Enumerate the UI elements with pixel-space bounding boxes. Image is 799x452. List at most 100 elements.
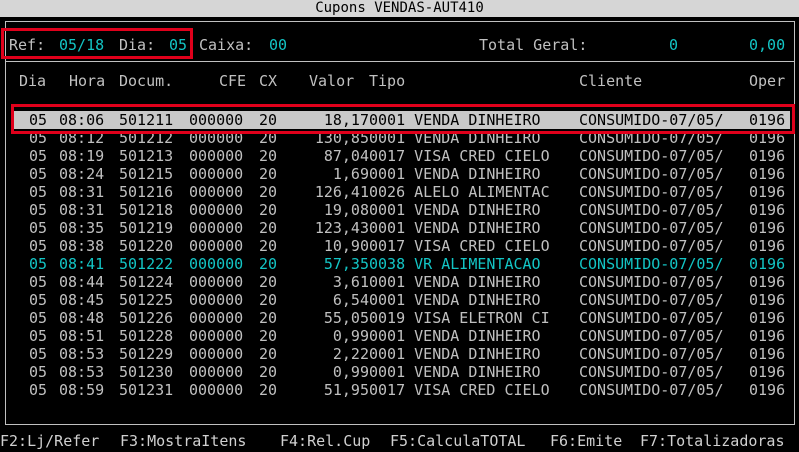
cell-doc: 501230 [119, 363, 174, 381]
table-row[interactable]: 05 08:48 501226 000000 20 55,05 0019 VIS… [14, 309, 790, 327]
cell-valor: 19,08 [323, 201, 369, 219]
table-row[interactable]: 05 08:53 501230 000000 20 0,99 0001 VEND… [14, 363, 790, 381]
table-row[interactable]: 05 08:45 501225 000000 20 6,54 0001 VEND… [14, 291, 790, 309]
cell-oper: 0196 [749, 219, 786, 237]
cell-tipo: 0001 VENDA DINHEIRO [369, 201, 541, 219]
f5-calcula-total-key[interactable]: F5:CalculaTOTAL [390, 432, 525, 450]
header-separator [5, 61, 795, 62]
cell-cfe: 000000 [189, 345, 244, 363]
cell-valor: 6,54 [332, 291, 369, 309]
col-valor: Valor [309, 72, 355, 90]
cell-cfe: 000000 [189, 273, 244, 291]
cell-valor: 87,04 [323, 147, 369, 165]
cell-cfe: 000000 [189, 327, 244, 345]
table-row[interactable]: 05 08:38 501220 000000 20 10,90 0017 VIS… [14, 237, 790, 255]
cell-oper: 0196 [749, 237, 786, 255]
cell-cliente: CONSUMIDO-07/05/ [579, 165, 724, 183]
cell-oper: 0196 [749, 309, 786, 327]
cell-oper: 0196 [749, 147, 786, 165]
col-hora: Hora [69, 72, 106, 90]
cell-hora: 08:53 [59, 363, 105, 381]
cell-tipo: 0001 VENDA DINHEIRO [369, 345, 541, 363]
cell-cfe: 000000 [189, 201, 244, 219]
cell-tipo: 0001 VENDA DINHEIRO [369, 273, 541, 291]
selected-row-highlight-box [11, 104, 795, 134]
cell-hora: 08:38 [59, 237, 105, 255]
cell-dia: 05 [29, 255, 48, 273]
ref-dia-highlight-box [1, 28, 193, 59]
cell-valor: 0,99 [332, 363, 369, 381]
cell-cfe: 000000 [189, 219, 244, 237]
cell-valor: 0,99 [332, 327, 369, 345]
table-row[interactable]: 05 08:31 501218 000000 20 19,08 0001 VEN… [14, 201, 790, 219]
cell-cliente: CONSUMIDO-07/05/ [579, 237, 724, 255]
cell-cfe: 000000 [189, 363, 244, 381]
cell-doc: 501213 [119, 147, 174, 165]
cell-cliente: CONSUMIDO-07/05/ [579, 147, 724, 165]
f3-mostra-itens-key[interactable]: F3:MostraItens [120, 432, 246, 450]
cell-doc: 501224 [119, 273, 174, 291]
cell-oper: 0196 [749, 183, 786, 201]
cell-valor: 55,05 [323, 309, 369, 327]
window-title: Cupons VENDAS-AUT410 [0, 0, 799, 17]
cell-dia: 05 [29, 345, 48, 363]
cell-cliente: CONSUMIDO-07/05/ [579, 255, 724, 273]
table-row[interactable]: 05 08:51 501228 000000 20 0,99 0001 VEND… [14, 327, 790, 345]
table-row[interactable]: 05 08:53 501229 000000 20 2,22 0001 VEND… [14, 345, 790, 363]
table-row[interactable]: 05 08:35 501219 000000 20 123,43 0001 VE… [14, 219, 790, 237]
cell-cfe: 000000 [189, 165, 244, 183]
cell-hora: 08:31 [59, 201, 105, 219]
table-row[interactable]: 05 08:41 501222 000000 20 57,35 0038 VR … [14, 255, 790, 273]
f2-lj-refer-key[interactable]: F2:Lj/Refer [0, 432, 99, 450]
cell-hora: 08:48 [59, 309, 105, 327]
cell-hora: 08:53 [59, 345, 105, 363]
f7-totalizadoras-key[interactable]: F7:Totalizadoras [640, 432, 785, 450]
cell-hora: 08:45 [59, 291, 105, 309]
cell-dia: 05 [29, 381, 48, 399]
table-row[interactable]: 05 08:19 501213 000000 20 87,04 0017 VIS… [14, 147, 790, 165]
total-value: 0,00 [749, 36, 786, 54]
cell-cfe: 000000 [189, 255, 244, 273]
f6-emite-key[interactable]: F6:Emite [550, 432, 622, 450]
cell-cliente: CONSUMIDO-07/05/ [579, 309, 724, 327]
cell-dia: 05 [29, 327, 48, 345]
cell-doc: 501229 [119, 345, 174, 363]
cell-oper: 0196 [749, 201, 786, 219]
cell-cfe: 000000 [189, 309, 244, 327]
cell-cliente: CONSUMIDO-07/05/ [579, 219, 724, 237]
cell-tipo: 0019 VISA ELETRON CI [369, 309, 550, 327]
table-row[interactable]: 05 08:24 501215 000000 20 1,69 0001 VEND… [14, 165, 790, 183]
col-oper: Oper [749, 72, 786, 90]
cell-doc: 501231 [119, 381, 174, 399]
cell-doc: 501218 [119, 201, 174, 219]
cell-cx: 20 [259, 201, 278, 219]
cell-doc: 501226 [119, 309, 174, 327]
cell-cfe: 000000 [189, 183, 244, 201]
cell-cx: 20 [259, 237, 278, 255]
cell-oper: 0196 [749, 291, 786, 309]
cell-oper: 0196 [749, 345, 786, 363]
table-row[interactable]: 05 08:59 501231 000000 20 51,95 0017 VIS… [14, 381, 790, 399]
col-docum: Docum. [119, 72, 174, 90]
f4-rel-cup-key[interactable]: F4:Rel.Cup [280, 432, 370, 450]
cell-dia: 05 [29, 273, 48, 291]
table-row[interactable]: 05 08:44 501224 000000 20 3,61 0001 VEND… [14, 273, 790, 291]
table-row[interactable]: 05 08:31 501216 000000 20 126,41 0026 AL… [14, 183, 790, 201]
cell-hora: 08:41 [59, 255, 105, 273]
cell-cx: 20 [259, 219, 278, 237]
caixa-value: 00 [269, 36, 288, 54]
cell-dia: 05 [29, 291, 48, 309]
terminal-area: Ref: 05/18 Dia: 05 Caixa: 00 Total Geral… [0, 17, 799, 431]
cell-valor: 51,95 [323, 381, 369, 399]
cell-doc: 501215 [119, 165, 174, 183]
cell-valor: 2,22 [332, 345, 369, 363]
cell-cliente: CONSUMIDO-07/05/ [579, 183, 724, 201]
cell-doc: 501228 [119, 327, 174, 345]
cell-oper: 0196 [749, 273, 786, 291]
cell-dia: 05 [29, 147, 48, 165]
cell-cliente: CONSUMIDO-07/05/ [579, 327, 724, 345]
cell-valor: 123,43 [314, 219, 369, 237]
cell-hora: 08:44 [59, 273, 105, 291]
caixa-label: Caixa: [199, 36, 254, 54]
cell-valor: 57,35 [323, 255, 369, 273]
